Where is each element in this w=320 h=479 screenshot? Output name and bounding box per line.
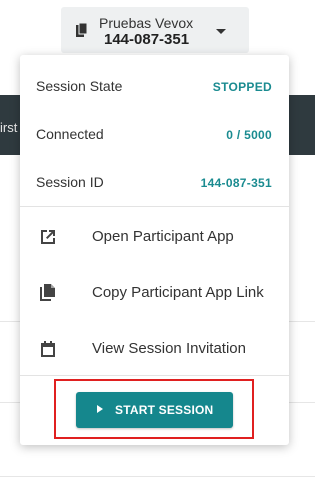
caret-down-icon	[216, 29, 226, 34]
copy-icon	[40, 284, 55, 301]
background-divider	[0, 476, 315, 477]
session-state-row: Session State STOPPED	[20, 55, 289, 103]
connected-row: Connected 0 / 5000	[20, 103, 289, 151]
copy-participant-app-link-item[interactable]: Copy Participant App Link	[20, 268, 289, 318]
session-state-value: STOPPED	[212, 80, 272, 94]
calendar-icon	[41, 341, 55, 357]
session-selector-button[interactable]: Pruebas Vevox 144-087-351	[61, 7, 249, 53]
menu-divider	[20, 206, 289, 207]
background-partial-text: irst	[0, 120, 18, 135]
view-session-invitation-item[interactable]: View Session Invitation	[20, 324, 289, 374]
start-session-label: START SESSION	[115, 403, 214, 417]
copy-participant-app-link-label: Copy Participant App Link	[92, 284, 264, 301]
start-session-button[interactable]: START SESSION	[76, 392, 233, 428]
play-icon	[97, 405, 103, 413]
session-state-label: Session State	[36, 78, 123, 94]
external-link-icon	[41, 230, 55, 244]
session-dropdown-menu: Session State STOPPED Connected 0 / 5000…	[20, 55, 289, 445]
session-name: Pruebas Vevox	[99, 15, 194, 31]
session-id-label: Session ID	[36, 174, 104, 190]
menu-divider	[20, 375, 289, 376]
session-code: 144-087-351	[104, 31, 190, 48]
connected-value: 0 / 5000	[226, 128, 272, 142]
document-icon	[76, 23, 88, 37]
session-id-row: Session ID 144-087-351	[20, 151, 289, 199]
open-participant-app-label: Open Participant App	[92, 228, 234, 245]
open-participant-app-item[interactable]: Open Participant App	[20, 212, 289, 262]
connected-label: Connected	[36, 126, 104, 142]
session-id-value: 144-087-351	[200, 176, 272, 190]
view-session-invitation-label: View Session Invitation	[92, 340, 246, 357]
